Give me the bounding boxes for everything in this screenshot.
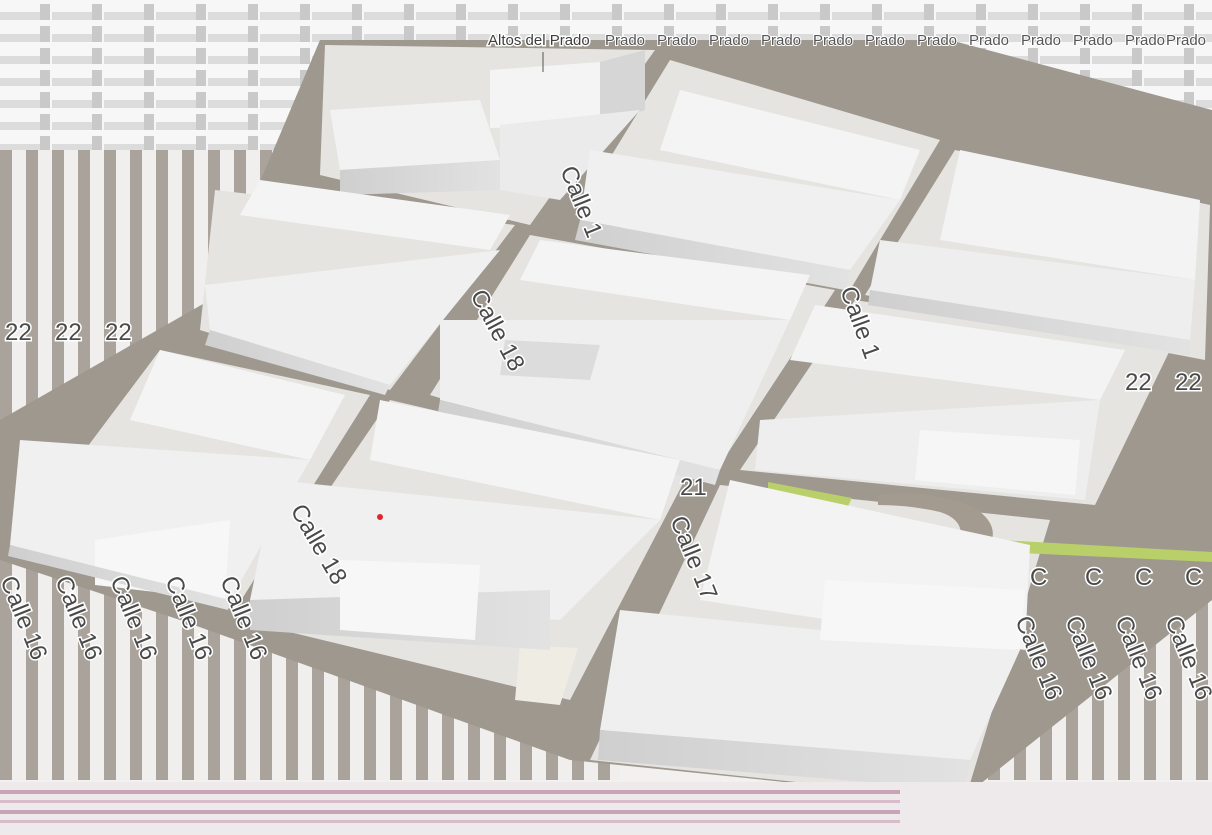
street-label-22-repeat: 22 <box>105 319 132 346</box>
place-label-repeat: Prado <box>865 32 905 49</box>
street-label-21: 21 <box>680 474 707 501</box>
place-label-repeat: Prado <box>605 32 645 49</box>
place-label-repeat: Prado <box>1125 32 1165 49</box>
street-label-c-repeat: C <box>1185 564 1202 591</box>
street-label-c-repeat: C <box>1030 564 1047 591</box>
street-label-22-repeat: 22 <box>55 319 82 346</box>
render-artifact <box>0 782 1212 835</box>
place-label-repeat: Prado <box>1073 32 1113 49</box>
place-label-repeat: Prado <box>657 32 697 49</box>
place-label-repeat: Prado <box>1021 32 1061 49</box>
map-view[interactable]: Altos del Prado Prado Prado Prado Prado … <box>0 0 1212 835</box>
place-label-repeat: Prado <box>761 32 801 49</box>
street-label-22-repeat: 22 <box>1175 369 1202 396</box>
place-label-repeat: Prado <box>1166 32 1206 49</box>
street-label-22-repeat: 22 <box>5 319 32 346</box>
place-label-repeat: Prado <box>813 32 853 49</box>
map-canvas[interactable]: Altos del Prado Prado Prado Prado Prado … <box>0 0 1212 835</box>
street-label-c-repeat: C <box>1135 564 1152 591</box>
street-label-c-repeat: C <box>1085 564 1102 591</box>
place-label-altos-del-prado[interactable]: Altos del Prado <box>487 31 592 51</box>
location-marker[interactable] <box>377 514 383 520</box>
place-label-repeat: Prado <box>969 32 1009 49</box>
place-label-repeat: Prado <box>917 32 957 49</box>
street-label-22-repeat: 22 <box>1125 369 1152 396</box>
place-label-repeat: Prado <box>709 32 749 49</box>
